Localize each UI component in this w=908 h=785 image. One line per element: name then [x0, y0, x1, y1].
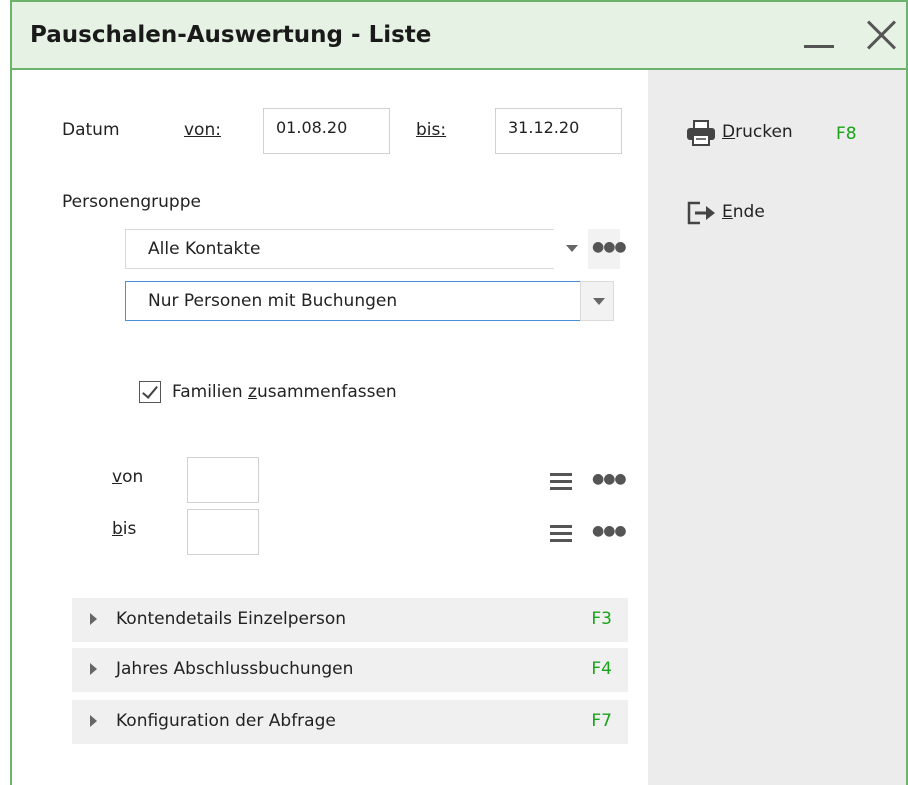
- accordion-jahres-key: F4: [591, 659, 612, 679]
- range-von-mnemonic: v: [112, 467, 123, 487]
- drucken-mnemonic: D: [722, 122, 736, 142]
- familien-label[interactable]: Familien zusammenfassen: [172, 382, 397, 402]
- expand-triangle-icon: [90, 613, 97, 625]
- accordion-kontendetails-key: F3: [591, 609, 612, 629]
- side-panel: Drucken F8 Ende: [648, 70, 906, 785]
- range-bis-more-button[interactable]: ●●●: [588, 513, 627, 553]
- more-dots-icon: ●●●: [592, 523, 627, 539]
- window-title: Pauschalen-Auswertung - Liste: [30, 22, 432, 48]
- kontakte-combo-value: Alle Kontakte: [148, 239, 261, 259]
- kontakte-combo[interactable]: Alle Kontakte: [125, 229, 587, 269]
- ende-label: Ende: [722, 202, 765, 222]
- bis-label: bis:: [416, 120, 447, 140]
- exit-icon: [687, 201, 715, 225]
- close-icon[interactable]: [864, 18, 898, 52]
- range-von-rest: on: [122, 467, 144, 487]
- buchungen-dropdown-button[interactable]: [580, 281, 614, 321]
- accordion-jahres-label: Jahres Abschlussbuchungen: [116, 659, 354, 679]
- ende-mnemonic: E: [722, 202, 733, 222]
- accordion-kontendetails[interactable]: Kontendetails Einzelperson F3: [72, 598, 628, 642]
- expand-triangle-icon: [90, 663, 97, 675]
- buchungen-combo[interactable]: Nur Personen mit Buchungen: [125, 281, 581, 321]
- ende-rest: nde: [732, 202, 765, 222]
- expand-triangle-icon: [90, 715, 97, 727]
- range-von-label: von: [112, 467, 143, 487]
- datum-von-field[interactable]: 01.08.20: [263, 108, 390, 154]
- drucken-shortcut: F8: [836, 124, 857, 144]
- range-von-list-icon[interactable]: [546, 461, 576, 501]
- accordion-konfiguration[interactable]: Konfiguration der Abfrage F7: [72, 700, 628, 744]
- range-bis-list-icon[interactable]: [546, 513, 576, 553]
- datum-von-value: 01.08.20: [276, 118, 348, 137]
- familien-label-post: usammenfassen: [256, 382, 397, 402]
- datum-bis-field[interactable]: 31.12.20: [495, 108, 622, 154]
- drucken-rest: rucken: [735, 122, 793, 142]
- minimize-icon[interactable]: [802, 16, 836, 56]
- accordion-jahres[interactable]: Jahres Abschlussbuchungen F4: [72, 648, 628, 692]
- familien-checkbox[interactable]: [139, 381, 161, 403]
- accordion-konfiguration-key: F7: [591, 711, 612, 731]
- range-bis-mnemonic: b: [112, 519, 123, 539]
- von-label: von:: [184, 120, 221, 140]
- range-von-field[interactable]: [187, 457, 259, 503]
- drucken-label: Drucken: [722, 122, 793, 142]
- datum-label: Datum: [62, 120, 120, 140]
- range-bis-label: bis: [112, 519, 136, 539]
- report-window: Pauschalen-Auswertung - Liste Datum von:…: [10, 0, 908, 785]
- kontakte-dropdown-button[interactable]: [554, 229, 588, 269]
- more-dots-icon: ●●●: [592, 471, 627, 487]
- buchungen-combo-value: Nur Personen mit Buchungen: [148, 291, 398, 311]
- accordion-kontendetails-label: Kontendetails Einzelperson: [116, 609, 347, 629]
- kontakte-more-button[interactable]: ●●●: [588, 229, 627, 269]
- title-bar: Pauschalen-Auswertung - Liste: [12, 0, 906, 70]
- range-bis-field[interactable]: [187, 509, 259, 555]
- accordion-konfiguration-label: Konfiguration der Abfrage: [116, 711, 336, 731]
- personengruppe-label: Personengruppe: [62, 192, 201, 212]
- range-von-more-button[interactable]: ●●●: [588, 461, 627, 501]
- range-bis-rest: is: [122, 519, 137, 539]
- datum-bis-value: 31.12.20: [508, 118, 580, 137]
- familien-label-pre: Familien: [172, 382, 249, 402]
- familien-label-mnemonic: z: [248, 382, 257, 402]
- more-dots-icon: ●●●: [592, 239, 627, 255]
- printer-icon: [687, 120, 715, 146]
